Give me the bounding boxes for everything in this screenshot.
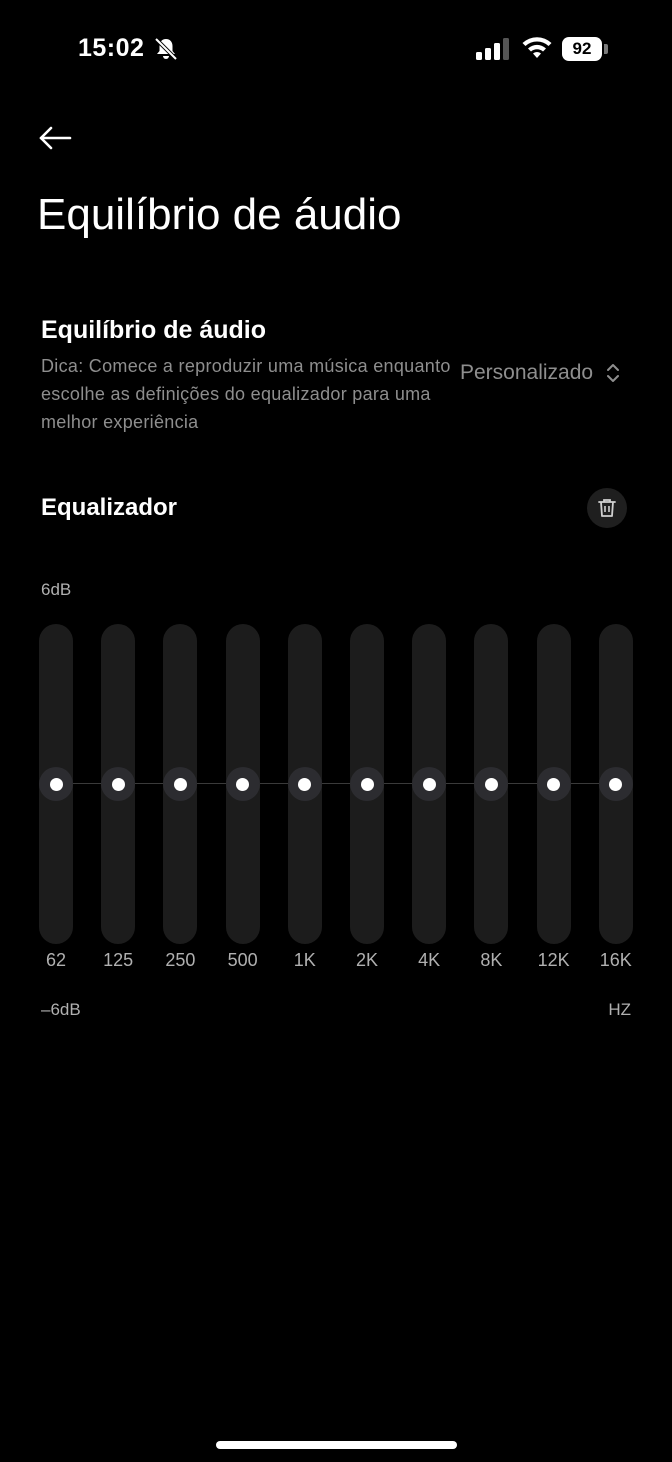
eq-slider-16K[interactable] — [598, 624, 633, 944]
eq-frequency-label: 16K — [599, 950, 632, 970]
home-indicator[interactable] — [216, 1441, 457, 1449]
eq-slider-handle[interactable] — [350, 767, 384, 801]
min-gain-label: –6dB — [41, 1000, 81, 1019]
preset-select[interactable]: Personalizado — [460, 360, 621, 386]
audio-balance-title: Equilíbrio de áudio — [41, 316, 266, 344]
eq-slider-250[interactable] — [163, 624, 198, 944]
eq-slider-1K[interactable] — [287, 624, 322, 944]
eq-frequency-label: 12K — [537, 950, 570, 970]
eq-slider-handle[interactable] — [101, 767, 136, 801]
eq-slider-handle[interactable] — [39, 767, 73, 801]
eq-frequency-label: 8K — [480, 950, 503, 970]
eq-slider-handle[interactable] — [225, 767, 260, 801]
battery-indicator: 92 — [562, 37, 602, 61]
eq-frequency-label: 250 — [165, 950, 196, 970]
reset-equalizer-button[interactable] — [587, 488, 627, 528]
eq-frequency-label: 4K — [418, 950, 441, 970]
trash-icon — [598, 499, 616, 517]
eq-slider-4K[interactable] — [412, 624, 447, 944]
eq-slider-handle[interactable] — [287, 767, 322, 801]
eq-frequency-label: 500 — [227, 950, 258, 970]
eq-frequency-label: 2K — [355, 950, 379, 970]
eq-slider-handle[interactable] — [536, 767, 571, 801]
arrow-left-icon — [39, 126, 72, 150]
eq-frequency-label: 125 — [103, 950, 134, 970]
eq-slider-handle[interactable] — [598, 767, 633, 801]
eq-slider-8K[interactable] — [474, 624, 509, 944]
eq-slider-62[interactable] — [39, 624, 73, 944]
eq-frequency-label: 62 — [45, 950, 67, 970]
chevron-up-down-icon — [607, 364, 620, 382]
eq-slider-500[interactable] — [225, 624, 260, 944]
battery-tip — [604, 44, 608, 54]
back-button[interactable] — [36, 118, 76, 158]
status-time: 15:02 — [78, 34, 145, 62]
hint-text: Dica: Comece a reproduzir uma música enq… — [41, 356, 451, 432]
wifi-icon — [522, 37, 552, 58]
eq-frequency-label: 1K — [293, 950, 316, 970]
eq-slider-2K[interactable] — [350, 624, 384, 944]
eq-slider-12K[interactable] — [536, 624, 571, 944]
page-title: Equilíbrio de áudio — [37, 190, 402, 239]
eq-slider-handle[interactable] — [412, 767, 447, 801]
preset-value: Personalizado — [460, 361, 594, 384]
equalizer-title: Equalizador — [41, 494, 178, 521]
eq-slider-125[interactable] — [101, 624, 136, 944]
unit-label: HZ — [608, 1000, 631, 1019]
bell-slash-icon — [154, 37, 178, 61]
max-gain-label: 6dB — [41, 580, 72, 599]
signal-icon — [476, 38, 509, 60]
battery-level: 92 — [572, 39, 592, 58]
